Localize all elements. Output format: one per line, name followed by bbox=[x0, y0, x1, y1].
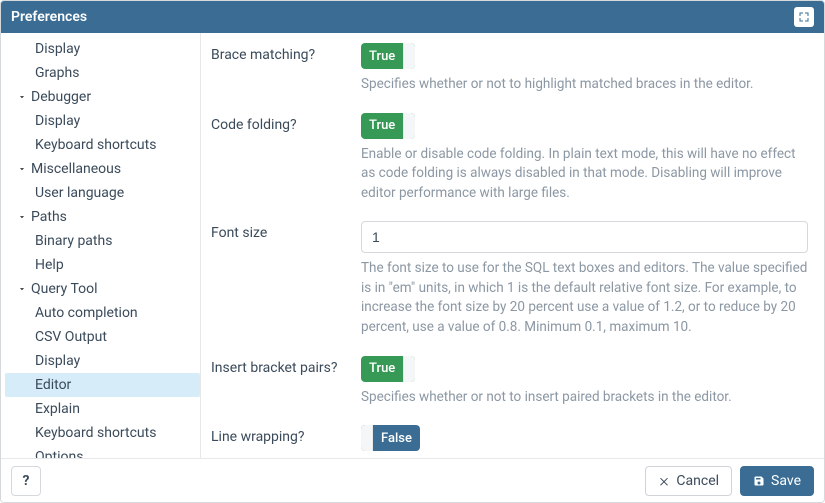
setting-label: Brace matching? bbox=[211, 43, 361, 63]
tree-item[interactable]: Display bbox=[5, 37, 200, 61]
preferences-dialog: Preferences DisplayGraphsDebuggerDisplay… bbox=[0, 0, 825, 503]
tree-item-label: Keyboard shortcuts bbox=[35, 135, 156, 155]
preferences-tree[interactable]: Display Graphs Debugger Display Keyboard sho… bbox=[1, 33, 201, 458]
tree-item[interactable]: Display bbox=[5, 109, 200, 133]
tree-item-label: Keyboard shortcuts bbox=[35, 423, 156, 443]
tree-item-label: Display bbox=[35, 39, 80, 59]
setting-field: FalseSpecifies whether or not to wrap SQ… bbox=[361, 425, 808, 458]
tree-item-label: CSV Output bbox=[35, 327, 107, 347]
toggle-knob bbox=[403, 113, 415, 139]
tree-item[interactable]: Graphs bbox=[5, 61, 200, 85]
setting-row-brace_matching: Brace matching?True Specifies whether or … bbox=[211, 43, 808, 95]
setting-field: True Specifies whether or not to highligh… bbox=[361, 43, 808, 95]
setting-row-code_folding: Code folding?True Enable or disable code … bbox=[211, 113, 808, 204]
settings-panel: Brace matching?TrueSpecifies whether or … bbox=[201, 33, 824, 458]
tree-item-label: Miscellaneous bbox=[31, 159, 121, 179]
tree-item[interactable]: Auto completion bbox=[5, 301, 200, 325]
line_wrapping-toggle[interactable]: False bbox=[361, 425, 420, 451]
setting-row-insert_bracket_pairs: Insert bracket pairs?True Specifies wheth… bbox=[211, 356, 808, 408]
tree-item[interactable]: Editor bbox=[5, 373, 200, 397]
tree-item[interactable]: CSV Output bbox=[5, 325, 200, 349]
tree-item[interactable]: Query Tool bbox=[5, 277, 200, 301]
tree-item-label: Graphs bbox=[35, 63, 79, 83]
tree-item-label: Explain bbox=[35, 399, 80, 419]
save-label: Save bbox=[771, 473, 801, 489]
font_size-input[interactable] bbox=[361, 221, 808, 253]
window-title: Preferences bbox=[11, 9, 87, 25]
toggle-knob bbox=[361, 425, 373, 451]
cancel-label: Cancel bbox=[676, 473, 719, 489]
tree-item-label: Query Tool bbox=[31, 279, 98, 299]
toggle-value: True bbox=[361, 43, 403, 69]
save-button[interactable]: Save bbox=[740, 466, 814, 496]
chevron-down-icon bbox=[15, 164, 29, 174]
chevron-down-icon bbox=[15, 212, 29, 222]
tree-item[interactable]: Options bbox=[5, 445, 200, 458]
setting-field: True Specifies whether or not to insert p… bbox=[361, 356, 808, 408]
tree-item-label: Display bbox=[35, 351, 80, 371]
help-button[interactable]: ? bbox=[11, 466, 41, 496]
tree-item-label: Editor bbox=[35, 375, 71, 395]
setting-field: True Enable or disable code folding. In p… bbox=[361, 113, 808, 204]
setting-label: Line wrapping? bbox=[211, 425, 361, 445]
chevron-down-icon bbox=[15, 284, 29, 294]
chevron-down-icon bbox=[15, 92, 29, 102]
toggle-knob bbox=[403, 356, 415, 382]
setting-row-font_size: Font sizeThe font size to use for the SQ… bbox=[211, 221, 808, 337]
dialog-footer: ? Cancel Save bbox=[1, 458, 824, 502]
tree-item[interactable]: Keyboard shortcuts bbox=[5, 421, 200, 445]
code_folding-toggle[interactable]: True bbox=[361, 113, 415, 139]
tree-item-label: Help bbox=[35, 255, 64, 275]
toggle-knob bbox=[403, 43, 415, 69]
setting-label: Font size bbox=[211, 221, 361, 241]
tree-item[interactable]: Miscellaneous bbox=[5, 157, 200, 181]
tree-item-label: Binary paths bbox=[35, 231, 112, 251]
tree-item-label: Paths bbox=[31, 207, 67, 227]
toggle-value: True bbox=[361, 113, 403, 139]
cancel-button[interactable]: Cancel bbox=[645, 466, 732, 496]
close-icon bbox=[658, 475, 670, 487]
setting-label: Code folding? bbox=[211, 113, 361, 133]
setting-label: Insert bracket pairs? bbox=[211, 356, 361, 376]
save-icon bbox=[753, 475, 765, 487]
setting-description: Specifies whether or not to insert paire… bbox=[361, 388, 808, 408]
setting-field: The font size to use for the SQL text bo… bbox=[361, 221, 808, 337]
tree-item[interactable]: Display bbox=[5, 349, 200, 373]
setting-description: The font size to use for the SQL text bo… bbox=[361, 259, 808, 337]
help-icon: ? bbox=[23, 473, 30, 489]
tree-item[interactable]: User language bbox=[5, 181, 200, 205]
insert_bracket_pairs-toggle[interactable]: True bbox=[361, 356, 415, 382]
tree-item-label: Options bbox=[35, 447, 83, 458]
tree-item-label: Debugger bbox=[31, 87, 91, 107]
toggle-value: True bbox=[361, 356, 403, 382]
expand-icon bbox=[798, 11, 810, 23]
tree-item[interactable]: Help bbox=[5, 253, 200, 277]
titlebar: Preferences bbox=[1, 1, 824, 33]
tree-item-label: Auto completion bbox=[35, 303, 138, 323]
tree-item[interactable]: Binary paths bbox=[5, 229, 200, 253]
tree-item[interactable]: Paths bbox=[5, 205, 200, 229]
footer-actions: Cancel Save bbox=[645, 466, 814, 496]
setting-description: Specifies whether or not to highlight ma… bbox=[361, 75, 808, 95]
toggle-value: False bbox=[373, 425, 420, 451]
tree-item[interactable]: Explain bbox=[5, 397, 200, 421]
maximize-button[interactable] bbox=[794, 7, 814, 27]
tree-item[interactable]: Debugger bbox=[5, 85, 200, 109]
tree-item[interactable]: Keyboard shortcuts bbox=[5, 133, 200, 157]
tree-item-label: Display bbox=[35, 111, 80, 131]
setting-description: Enable or disable code folding. In plain… bbox=[361, 145, 808, 204]
dialog-body: Display Graphs Debugger Display Keyboard sho… bbox=[1, 33, 824, 458]
setting-row-line_wrapping: Line wrapping?FalseSpecifies whether or … bbox=[211, 425, 808, 458]
tree-item-label: User language bbox=[35, 183, 124, 203]
brace_matching-toggle[interactable]: True bbox=[361, 43, 415, 69]
